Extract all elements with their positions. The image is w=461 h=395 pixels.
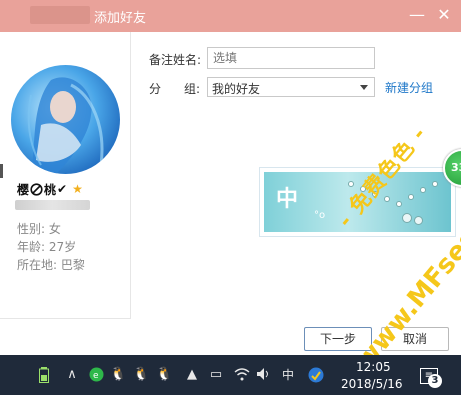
bead-icon (384, 196, 390, 202)
close-button[interactable]: ✕ (432, 4, 456, 26)
qq-penguin-icon[interactable]: 🐧 (156, 367, 172, 383)
window-title: 添加好友 (94, 11, 147, 26)
profile-card: 樱 桃 ✔ ★ 性别: 女 年龄: 27岁 所在地: 巴黎 (0, 32, 131, 319)
title-bar: 添加好友 — ✕ (0, 0, 461, 32)
ime-indicator[interactable]: 中 (280, 367, 296, 383)
battery-icon[interactable] (38, 367, 50, 383)
age-text: 年龄: 27岁 (17, 240, 77, 254)
clock-date[interactable]: 2018/5/16 (341, 377, 403, 391)
group-label-b: 组: (184, 82, 201, 96)
volume-icon[interactable] (256, 367, 272, 383)
check-icon: ✔ (57, 182, 68, 196)
qq-penguin-icon[interactable]: 🐧 (133, 367, 149, 383)
keyboard-icon[interactable]: ▭ (208, 367, 224, 383)
bead-icon (408, 194, 414, 200)
ad-small-char: °o (314, 210, 326, 221)
edge-glyph (0, 164, 3, 178)
group-select[interactable]: 我的好友 (207, 77, 375, 97)
group-select-value: 我的好友 (212, 82, 261, 96)
gender-text: 性别: 女 (17, 222, 61, 236)
chevron-up-icon[interactable]: ∧ (64, 367, 80, 383)
clock-time[interactable]: 12:05 (356, 360, 391, 374)
wifi-icon[interactable] (233, 367, 251, 383)
defender-icon[interactable] (307, 367, 325, 383)
qq-number-blurred (15, 200, 90, 210)
avatar (11, 65, 120, 174)
star-icon: ★ (72, 182, 83, 196)
svg-text:e: e (93, 371, 99, 381)
nickname-last: 桃 (44, 182, 57, 197)
bead-icon (420, 187, 426, 193)
remark-label: 备注姓名: (149, 53, 202, 67)
new-group-link[interactable]: 新建分组 (385, 79, 433, 96)
minimize-button[interactable]: — (405, 4, 429, 26)
nickname-row: 樱 桃 ✔ ★ (17, 180, 83, 198)
app-green-icon[interactable]: e (88, 367, 104, 383)
notification-count-badge: 3 (428, 374, 442, 388)
nickname-first: 樱 (17, 182, 30, 197)
location-text: 所在地: 巴黎 (17, 258, 85, 272)
qq-penguin-icon[interactable]: 🐧 (110, 367, 126, 383)
bead-icon (432, 181, 438, 187)
ad-big-char: 中 (276, 187, 299, 212)
title-icon-blurred (30, 6, 90, 24)
flower-icon (414, 216, 423, 225)
flower-icon (402, 213, 412, 223)
chevron-down-icon (360, 85, 368, 90)
bell-icon[interactable]: ▲ (185, 367, 199, 383)
group-label-a: 分 (149, 82, 162, 96)
remark-input[interactable] (207, 47, 375, 69)
bead-icon (396, 201, 402, 207)
no-entry-icon (30, 182, 43, 196)
